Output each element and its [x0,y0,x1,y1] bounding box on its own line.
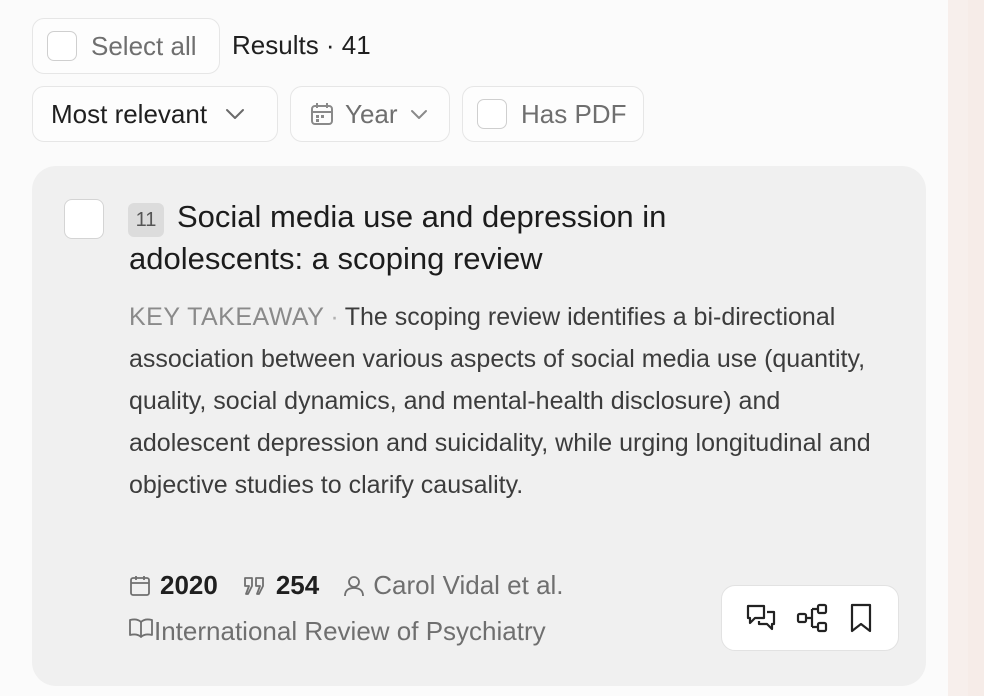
key-takeaway-text: The scoping review identifies a bi-direc… [129,303,871,499]
sort-label: Most relevant [51,98,208,129]
select-all-checkbox[interactable] [47,31,77,61]
citation-count: 254 [275,570,320,600]
share-icon[interactable] [796,602,828,634]
year-filter-label: Year [345,98,398,129]
has-pdf-filter[interactable]: Has PDF [462,86,644,142]
results-count: Results · 41 [232,30,371,60]
select-all-button[interactable]: Select all [32,18,220,74]
select-all-label: Select all [91,30,197,61]
chat-icon[interactable] [745,602,777,634]
calendar-icon [128,574,152,598]
has-pdf-checkbox[interactable] [477,99,507,129]
year-filter-dropdown[interactable]: Year [290,86,450,142]
chevron-down-icon [410,109,428,120]
result-title[interactable]: Social media use and depression in adole… [129,196,849,280]
calendar-icon [309,101,335,127]
quote-icon [242,574,268,598]
key-takeaway-label: KEY TAKEAWAY [129,303,325,331]
result-select-checkbox[interactable] [64,199,104,239]
result-actions [721,585,899,651]
right-pane-edge [968,0,984,696]
result-meta: 2020 254 Carol Vidal et al. [128,570,564,601]
takeaway-separator: · [330,303,339,331]
publication-year: 2020 [160,570,218,600]
book-icon [128,616,154,647]
journal-name[interactable]: International Review of Psychiatry [154,616,546,647]
bookmark-icon[interactable] [847,602,875,634]
key-takeaway: KEY TAKEAWAY · The scoping review identifi… [129,296,889,506]
has-pdf-label: Has PDF [521,98,627,129]
author-link[interactable]: Carol Vidal et al. [373,570,563,601]
sort-dropdown[interactable]: Most relevant [32,86,278,142]
journal-info: International Review of Psychiatry [128,616,546,647]
chevron-down-icon [225,108,245,120]
person-icon [343,574,365,598]
